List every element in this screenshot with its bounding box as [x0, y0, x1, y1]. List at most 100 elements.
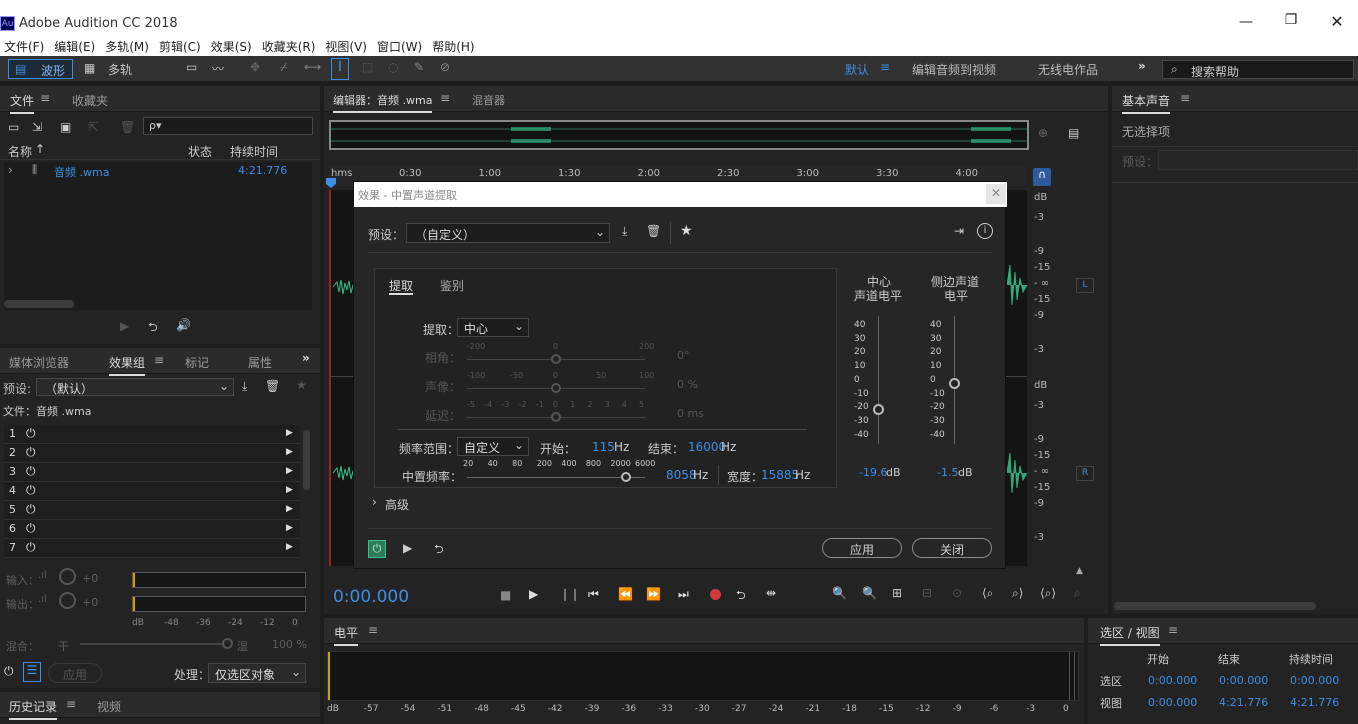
tab-markers[interactable]: 标记 [185, 354, 209, 371]
tab-essential-sound[interactable]: 基本声音 [1122, 92, 1171, 114]
center-level-value[interactable]: -19.6 [859, 466, 887, 479]
menu-item-4[interactable]: 效果(S) [207, 36, 252, 55]
more-workspaces-icon[interactable]: » [1138, 59, 1146, 73]
selection-view-menu-icon[interactable]: ≡ [1168, 623, 1178, 637]
pause-button[interactable]: ❙❙ [560, 587, 580, 601]
effect-slot[interactable]: 5 ⏻ ▶ [4, 501, 300, 520]
input-knob[interactable] [59, 568, 76, 585]
effects-preset-select[interactable]: （默认） ⌄ [36, 378, 234, 396]
tab-selection-view[interactable]: 选区 / 视图 [1100, 624, 1160, 646]
rewind-button[interactable]: ⏪ [618, 587, 633, 601]
zoom-selection-icon[interactable]: ⊞ [892, 586, 902, 600]
delete-file-icon[interactable]: 🗑 [120, 120, 135, 134]
panel-options-icon[interactable]: ▤ [1068, 126, 1079, 140]
autoplay-icon[interactable]: 🔊 [176, 318, 191, 332]
move-tool-icon[interactable]: ✥ [250, 60, 260, 74]
slot-arrow-icon[interactable]: ▶ [286, 504, 293, 514]
tab-video[interactable]: 视频 [97, 698, 121, 715]
slot-power-icon[interactable]: ⏻ [26, 464, 36, 479]
output-knob[interactable] [59, 592, 76, 609]
slot-power-icon[interactable]: ⏻ [26, 502, 36, 517]
save-dialog-preset-icon[interactable]: ⤓ [622, 224, 627, 239]
loop-button[interactable]: ⮌ [736, 586, 746, 607]
snap-magnet-icon[interactable]: ∩ [1033, 168, 1051, 186]
tab-favorites[interactable]: 收藏夹 [72, 92, 108, 109]
start-value[interactable]: 115 [592, 440, 615, 454]
tab-files[interactable]: 文件 [10, 92, 35, 114]
tab-extract[interactable]: 提取 [389, 277, 413, 294]
minimize-button[interactable]: — [1236, 14, 1256, 30]
zoom-out-amplitude-icon[interactable]: 🔍 [862, 586, 877, 600]
import-file-icon[interactable]: ⇲ [32, 120, 42, 134]
scroll-up-icon[interactable]: ▲ [1076, 566, 1083, 576]
selection-duration[interactable]: 0:00.000 [1290, 674, 1339, 687]
workspace-radio[interactable]: 无线电作品 [1038, 61, 1098, 78]
tab-discriminate[interactable]: 鉴别 [440, 277, 464, 294]
editor-menu-icon[interactable]: ≡ [440, 91, 450, 105]
tab-effects-rack[interactable]: 效果组 [109, 354, 146, 376]
previous-button[interactable]: ⏮ [588, 587, 599, 602]
view-end[interactable]: 4:21.776 [1219, 696, 1268, 709]
marquee-tool-icon[interactable]: ⬚ [362, 60, 373, 74]
loop-preview-icon[interactable]: ⮌ [148, 318, 158, 339]
more-tabs-icon[interactable]: » [302, 351, 310, 365]
advanced-chevron-icon[interactable]: › [372, 495, 377, 509]
advanced-toggle[interactable]: 高级 [385, 496, 409, 513]
zoom-in-amplitude-icon[interactable]: 🔍 [832, 586, 847, 600]
effects-menu-icon[interactable]: ≡ [154, 353, 164, 367]
apply-rack-button[interactable]: 应用 [48, 663, 102, 683]
zoom-to-fit-icon[interactable]: ⊕ [1038, 126, 1048, 140]
side-level-value[interactable]: -1.5 [937, 466, 958, 479]
process-select[interactable]: 仅选区对象 ⌄ [208, 663, 306, 683]
essential-preset-select[interactable] [1158, 150, 1358, 170]
tab-editor[interactable]: 编辑器：音频 .wma [333, 92, 433, 113]
side-level-slider[interactable] [949, 316, 960, 444]
preview-loop-icon[interactable]: ⮌ [434, 540, 444, 561]
delete-preset-icon[interactable]: 🗑 [265, 379, 280, 393]
spot-healing-tool-icon[interactable]: ⊘ [440, 60, 450, 74]
center-freq-slider[interactable] [467, 472, 645, 482]
razor-tool-icon[interactable]: ⌿ [280, 60, 287, 75]
brush-tool-icon[interactable]: ✎ [414, 60, 424, 74]
effect-slot[interactable]: 2 ⏻ ▶ [4, 444, 300, 463]
width-value[interactable]: 15885 [761, 468, 799, 482]
essential-sound-menu-icon[interactable]: ≡ [1180, 91, 1190, 105]
tab-history[interactable]: 历史记录 [9, 698, 58, 720]
workspace-video[interactable]: 编辑音频到视频 [912, 61, 996, 78]
freq-range-select[interactable]: 自定义 ⌄ [457, 437, 529, 456]
effect-slot[interactable]: 1 ⏻ ▶ [4, 425, 300, 444]
insert-multitrack-icon[interactable]: ⇱ [88, 120, 98, 134]
delete-dialog-preset-icon[interactable]: 🗑 [646, 224, 661, 238]
column-status[interactable]: 状态 [188, 143, 212, 160]
next-button[interactable]: ⏭ [678, 587, 689, 602]
multitrack-view-button[interactable]: ▦ 多轨 [78, 59, 138, 79]
close-button[interactable]: 关闭 [912, 538, 992, 558]
slot-power-icon[interactable]: ⏻ [26, 483, 36, 498]
zoom-reset-icon[interactable]: ⊙ [952, 586, 962, 600]
menu-item-2[interactable]: 多轨(M) [101, 36, 149, 55]
overview-waveform[interactable] [329, 120, 1029, 150]
selection-end[interactable]: 0:00.000 [1219, 674, 1268, 687]
preview-play-icon[interactable]: ▶ [403, 541, 412, 555]
slip-tool-icon[interactable]: ⟷ [304, 60, 321, 74]
dialog-preset-select[interactable]: （自定义） ⌄ [406, 223, 610, 243]
menu-item-1[interactable]: 编辑(E) [50, 36, 95, 55]
rack-list-icon[interactable]: ☰ [23, 662, 41, 682]
effect-slot[interactable]: 4 ⏻ ▶ [4, 482, 300, 501]
menu-item-6[interactable]: 视图(V) [321, 36, 367, 55]
info-icon[interactable]: i [977, 223, 993, 239]
files-horizontal-scrollbar[interactable] [4, 300, 74, 308]
selection-start[interactable]: 0:00.000 [1148, 674, 1197, 687]
tab-levels[interactable]: 电平 [334, 624, 359, 646]
stop-button[interactable]: ■ [500, 588, 511, 602]
zoom-out-full-icon[interactable]: ⊟ [922, 586, 932, 600]
dialog-favorite-star-icon[interactable]: ★ [680, 223, 693, 239]
slot-arrow-icon[interactable]: ▶ [286, 542, 293, 552]
spectral-display-button[interactable]: ▭ [186, 60, 197, 74]
open-file-icon[interactable]: ▭ [8, 120, 19, 134]
help-search-input[interactable]: ⌕ 搜索帮助 [1162, 60, 1354, 79]
menu-item-3[interactable]: 剪辑(C) [155, 36, 201, 55]
delay-slider[interactable] [467, 412, 645, 422]
effect-slot[interactable]: 6 ⏻ ▶ [4, 520, 300, 539]
effect-slot[interactable]: 7 ⏻ ▶ [4, 539, 300, 558]
